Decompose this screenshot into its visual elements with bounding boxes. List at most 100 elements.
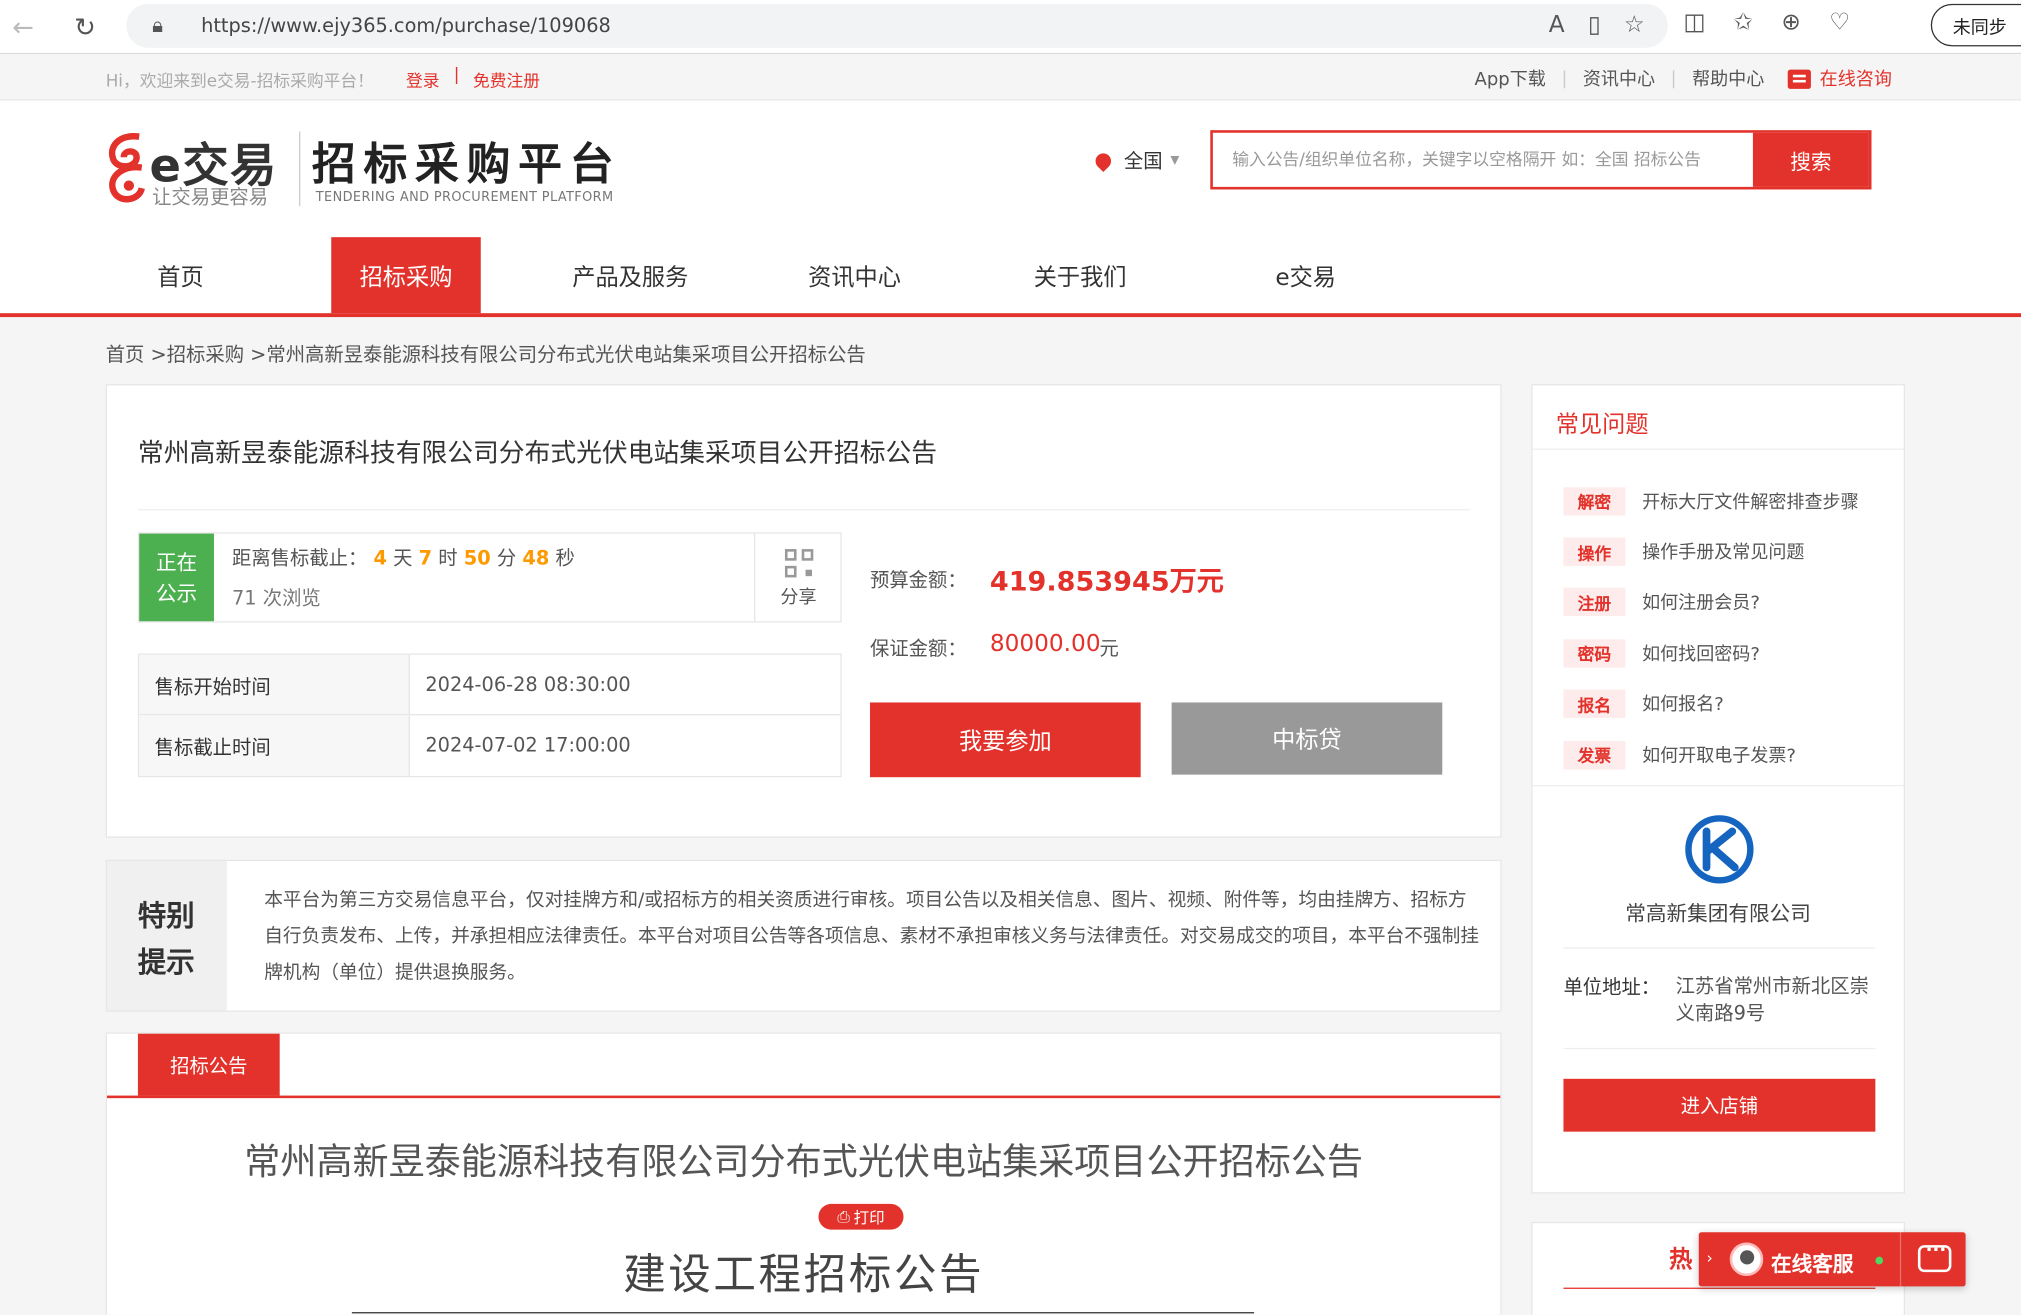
faq-item-register[interactable]: 注册 如何注册会员?	[1563, 577, 1858, 628]
brand-logo-icon[interactable]	[106, 129, 150, 206]
countdown-label: 距离售标截止：	[232, 546, 368, 570]
faq-item-operation[interactable]: 操作 操作手册及常见问题	[1563, 526, 1858, 577]
table-row: 售标截止时间 2024-07-02 17:00:00	[139, 715, 840, 776]
content-table-edge	[351, 1312, 1255, 1315]
main-navigation: 首页 招标采购 产品及服务 资讯中心 关于我们 e交易	[0, 237, 2021, 318]
sale-time-table: 售标开始时间 2024-06-28 08:30:00 售标截止时间 2024-0…	[137, 653, 842, 778]
chat-icon[interactable]	[1917, 1240, 1952, 1273]
faq-item-invoice[interactable]: 发票 如何开取电子发票?	[1563, 729, 1858, 780]
budget-label: 预算金额：	[870, 568, 967, 592]
refresh-icon[interactable]: ↻	[64, 6, 105, 47]
back-arrow-icon[interactable]: ←	[3, 6, 44, 47]
view-count: 71 次浏览	[232, 586, 321, 610]
badge-line-1: 特别	[137, 900, 195, 934]
immersive-reader-icon[interactable]: ▯	[1588, 12, 1601, 39]
faq-text: 如何找回密码?	[1642, 644, 1760, 665]
login-link[interactable]: 登录	[406, 67, 440, 91]
sale-end-value: 2024-07-02 17:00:00	[425, 733, 631, 757]
nav-etrade[interactable]: e交易	[1253, 237, 1359, 313]
address-bar[interactable]: 🔒︎ https://www.ejy365.com/purchase/10906…	[126, 3, 1668, 48]
collections-icon[interactable]: ⊕	[1781, 9, 1800, 36]
address-label: 单位地址：	[1563, 975, 1661, 999]
favorites-icon[interactable]: ✩	[1734, 9, 1753, 36]
printer-icon: ⎙	[837, 1207, 850, 1226]
tab-tender-announcement[interactable]: 招标公告	[137, 1033, 280, 1096]
faq-list: 解密 开标大厅文件解密排查步骤 操作 操作手册及常见问题 注册 如何注册会员? …	[1563, 476, 1859, 781]
faq-item-decrypt[interactable]: 解密 开标大厅文件解密排查步骤	[1563, 476, 1859, 527]
countdown-unit-hour: 时	[438, 546, 458, 570]
special-notice-panel: 特别 提示 本平台为第三方交易信息平台，仅对挂牌方和/或招标方的相关资质进行审核…	[105, 859, 1502, 1012]
faq-title: 常见问题	[1555, 411, 1649, 439]
address-divider	[1563, 1047, 1876, 1050]
app-download-link[interactable]: App下载	[1475, 66, 1546, 92]
read-aloud-icon[interactable]: A	[1549, 12, 1565, 39]
status-text: 正在公示	[155, 550, 198, 606]
region-selector[interactable]: 全国 ▼	[1092, 147, 1180, 174]
join-button[interactable]: 我要参加	[870, 702, 1141, 778]
favorite-star-icon[interactable]: ☆	[1624, 12, 1645, 39]
address-value: 江苏省常州市新北区崇义南路9号	[1675, 974, 1869, 1025]
location-pin-icon	[1092, 149, 1115, 172]
nav-products[interactable]: 产品及服务	[557, 237, 704, 313]
url-text[interactable]: https://www.ejy365.com/purchase/109068	[201, 14, 611, 37]
faq-tag: 发票	[1563, 740, 1626, 770]
project-summary-panel: 常州高新昱泰能源科技有限公司分布式光伏电站集采项目公开招标公告 正在公示 距离售…	[105, 384, 1502, 838]
print-button[interactable]: ⎙ 打印	[818, 1203, 904, 1230]
link-separator: |	[1670, 68, 1677, 89]
sale-countdown: 距离售标截止： 4 天 7 时 50 分 48 秒	[232, 544, 575, 571]
enter-shop-button[interactable]: 进入店铺	[1563, 1078, 1876, 1132]
chat-bubble-icon	[1787, 68, 1811, 89]
platform-title-en: TENDERING AND PROCUREMENT PLATFORM	[315, 190, 614, 205]
faq-text: 操作手册及常见问题	[1642, 542, 1805, 564]
nav-home[interactable]: 首页	[113, 237, 247, 313]
faq-tag: 解密	[1563, 486, 1626, 516]
nav-tendering[interactable]: 招标采购	[331, 237, 481, 314]
profile-sync-button[interactable]: 未同步	[1930, 3, 2021, 47]
faq-text: 如何开取电子发票?	[1642, 745, 1797, 767]
browser-essentials-icon[interactable]: ♡	[1829, 9, 1850, 36]
print-label: 打印	[853, 1208, 885, 1227]
countdown-unit-minute: 分	[496, 546, 517, 570]
register-link[interactable]: 免费注册	[473, 67, 540, 91]
faq-text: 开标大厅文件解密排查步骤	[1642, 491, 1859, 513]
faq-tag: 密码	[1563, 639, 1626, 668]
share-button[interactable]: 分享	[754, 533, 842, 622]
login-separator: |	[453, 65, 460, 86]
sidebar-faq-panel: 常见问题 解密 开标大厅文件解密排查步骤 操作 操作手册及常见问题 注册 如何注…	[1531, 384, 1906, 1194]
search-input[interactable]	[1212, 132, 1756, 187]
nav-about[interactable]: 关于我们	[1013, 237, 1147, 313]
online-service-widget[interactable]: › 在线客服	[1698, 1232, 1966, 1287]
project-title: 常州高新昱泰能源科技有限公司分布式光伏电站集采项目公开招标公告	[137, 436, 938, 468]
online-consult-label: 在线咨询	[1819, 69, 1892, 91]
online-status-dot	[1875, 1256, 1884, 1265]
search-box: 搜索	[1210, 130, 1872, 190]
search-button[interactable]: 搜索	[1752, 132, 1869, 187]
split-screen-icon[interactable]: ◫	[1683, 9, 1705, 36]
share-label: 分享	[780, 587, 817, 609]
company-divider	[1563, 947, 1876, 949]
platform-title: 招标采购平台	[311, 139, 622, 191]
countdown-hours: 7	[418, 546, 433, 570]
faq-text: 如何注册会员?	[1642, 593, 1760, 615]
badge-line-2: 提示	[137, 947, 195, 980]
faq-item-password[interactable]: 密码 如何找回密码?	[1563, 628, 1858, 679]
link-separator: |	[1561, 68, 1568, 89]
breadcrumb[interactable]: 首页 >招标采购 >常州高新昱泰能源科技有限公司分布式光伏电站集采项目公开招标公…	[106, 340, 866, 367]
logo-divider	[299, 131, 301, 207]
chevron-down-icon: ▼	[1170, 154, 1180, 167]
faq-tag: 注册	[1563, 588, 1626, 617]
winning-bid-loan-button[interactable]: 中标贷	[1171, 702, 1443, 775]
countdown-minutes: 50	[463, 546, 491, 570]
sale-start-value: 2024-06-28 08:30:00	[425, 672, 631, 697]
online-consult-link[interactable]: 在线咨询	[1787, 66, 1892, 92]
special-notice-badge: 特别 提示	[106, 860, 227, 1011]
company-logo-icon	[1685, 815, 1754, 884]
faq-text: 如何报名?	[1642, 695, 1724, 716]
news-center-link[interactable]: 资讯中心	[1583, 66, 1655, 92]
faq-item-signup[interactable]: 报名 如何报名?	[1563, 679, 1858, 730]
chevron-right-icon[interactable]: ›	[1707, 1249, 1713, 1267]
status-badge: 正在公示	[139, 533, 214, 622]
nav-news[interactable]: 资讯中心	[786, 237, 923, 313]
help-center-link[interactable]: 帮助中心	[1692, 66, 1764, 92]
tab-underline	[106, 1095, 1501, 1098]
